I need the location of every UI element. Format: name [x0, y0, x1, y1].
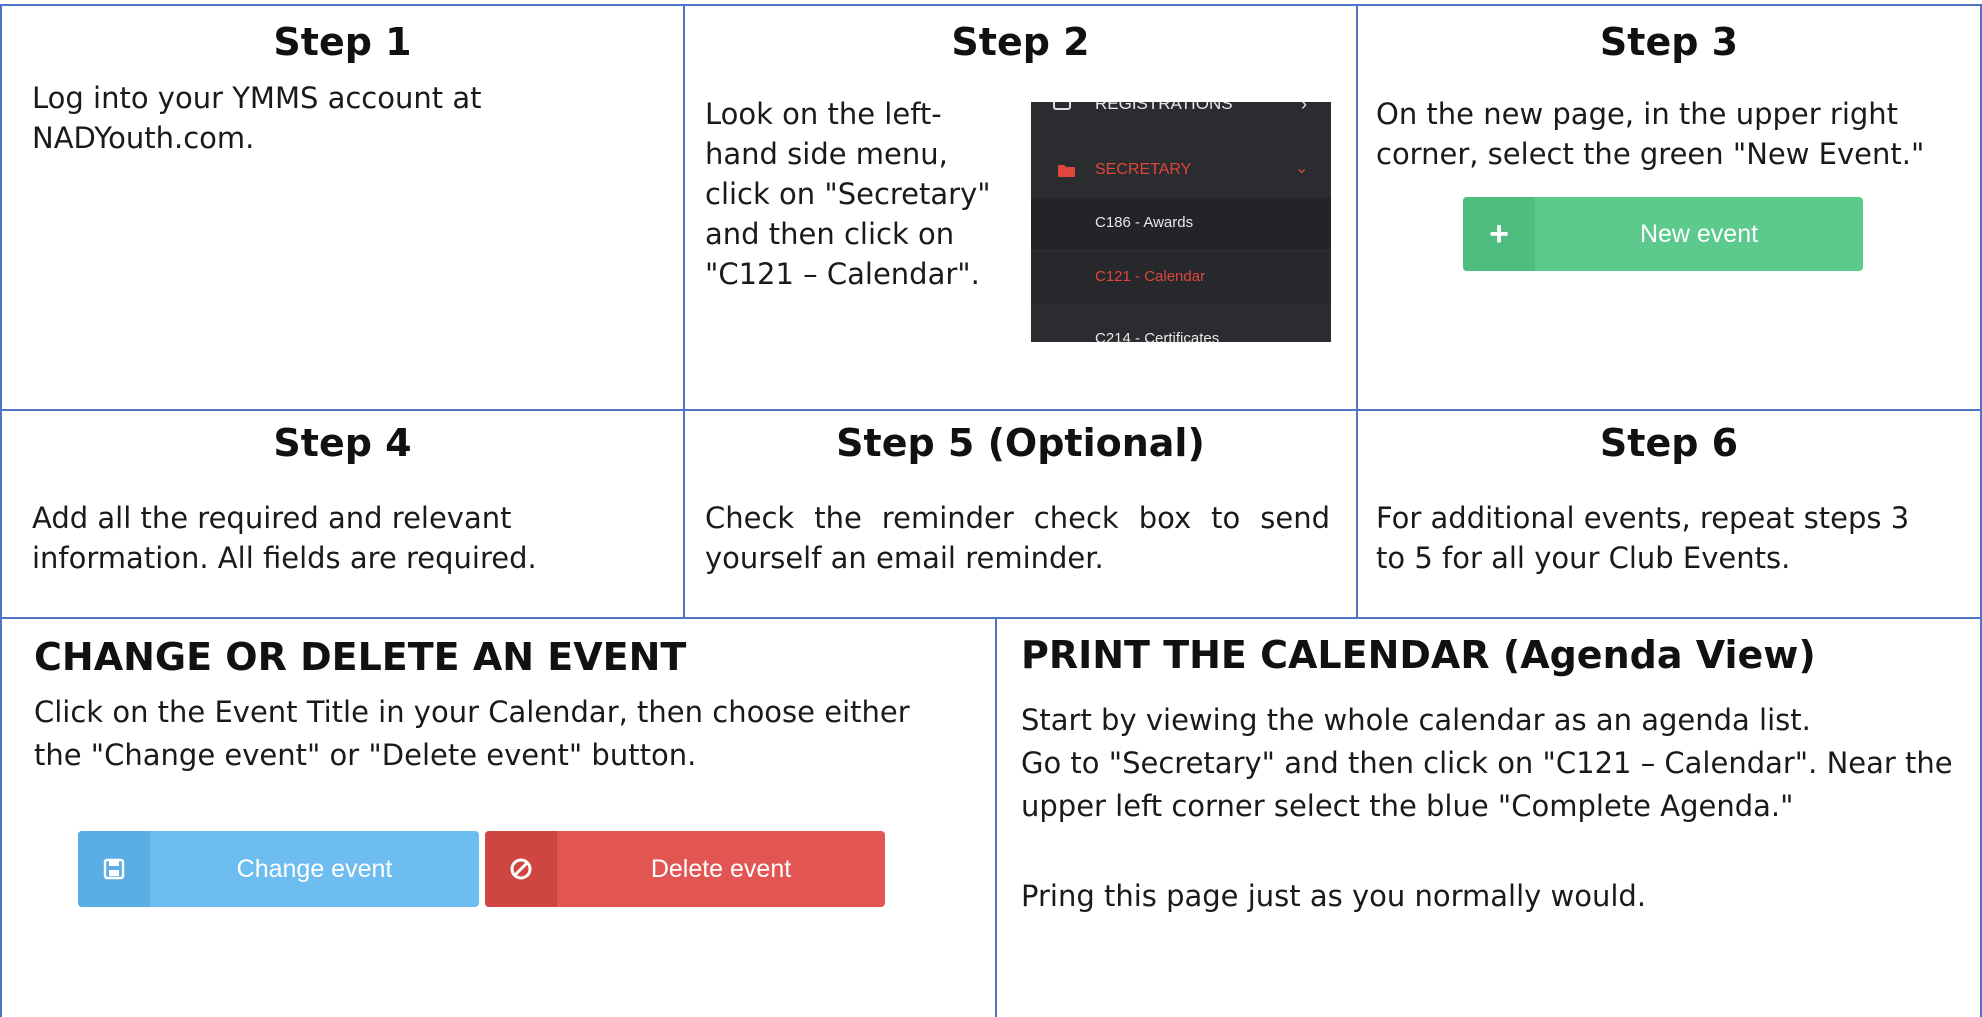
step-1-title: Step 1	[273, 20, 412, 64]
menu-item-registrations[interactable]: REGISTRATIONS ›	[1031, 102, 1331, 132]
step-1-cell: Step 1 Log into your YMMS account at NAD…	[0, 4, 685, 411]
step-5-title: Step 5 (Optional)	[836, 421, 1205, 465]
eye-icon	[1053, 102, 1071, 110]
step-3-text: On the new page, in the upper right corn…	[1376, 97, 1925, 171]
print-title: PRINT THE CALENDAR (Agenda View)	[1021, 633, 1816, 677]
menu-item-label: REGISTRATIONS	[1095, 102, 1233, 113]
new-event-label: New event	[1639, 219, 1759, 248]
new-event-button[interactable]: + New event	[1463, 197, 1863, 271]
step-3-title: Step 3	[1599, 20, 1739, 64]
change-delete-text: Click on the Event Title in your Calenda…	[34, 695, 910, 772]
menu-item-label: SECRETARY	[1095, 161, 1192, 178]
change-delete-section: CHANGE OR DELETE AN EVENT Click on the E…	[0, 617, 997, 1017]
print-section: PRINT THE CALENDAR (Agenda View) Start b…	[995, 617, 1982, 1017]
chevron-right-icon: ›	[1301, 102, 1307, 114]
step-5-cell: Step 5 (Optional) Check the reminder che…	[683, 409, 1358, 619]
save-icon	[78, 831, 150, 907]
sidebar-menu-screenshot: REGISTRATIONS › SECRETARY ⌄ C186 - Award…	[1031, 102, 1331, 342]
menu-subitem-label: C214 - Certificates	[1095, 330, 1220, 342]
change-event-label: Change event	[236, 854, 393, 883]
change-event-button[interactable]: Change event	[78, 831, 479, 907]
print-line-3: Pring this page just as you normally wou…	[1021, 879, 1647, 913]
step-2-text: Look on the left-hand side menu, click o…	[705, 97, 991, 291]
step-6-title: Step 6	[1599, 421, 1739, 465]
step-4-title: Step 4	[273, 421, 412, 465]
ban-icon	[485, 831, 557, 907]
delete-event-label: Delete event	[650, 854, 792, 883]
menu-subitem-calendar[interactable]: C121 - Calendar	[1031, 252, 1331, 304]
menu-subitem-certificates[interactable]: C214 - Certificates	[1031, 306, 1331, 342]
delete-event-button[interactable]: Delete event	[485, 831, 885, 907]
step-4-cell: Step 4 Add all the required and relevant…	[0, 409, 685, 619]
folder-open-icon	[1058, 165, 1075, 177]
menu-item-secretary[interactable]: SECRETARY ⌄	[1031, 146, 1331, 196]
change-delete-title: CHANGE OR DELETE AN EVENT	[34, 635, 687, 679]
menu-subitem-awards[interactable]: C186 - Awards	[1031, 198, 1331, 250]
print-line-1: Start by viewing the whole calendar as a…	[1021, 703, 1811, 737]
step-2-title: Step 2	[951, 20, 1090, 64]
step-6-cell: Step 6 For additional events, repeat ste…	[1356, 409, 1982, 619]
chevron-down-icon: ⌄	[1295, 160, 1309, 177]
print-line-2: Go to "Secretary" and then click on "C12…	[1021, 746, 1953, 823]
menu-subitem-label: C186 - Awards	[1095, 214, 1194, 231]
plus-icon: +	[1463, 197, 1535, 271]
menu-subitem-label: C121 - Calendar	[1095, 268, 1206, 285]
step-4-text: Add all the required and relevant inform…	[32, 501, 537, 575]
step-1-text: Log into your YMMS account at NADYouth.c…	[32, 81, 482, 155]
step-5-text: Check the reminder check box to send you…	[705, 501, 1330, 575]
step-6-text: For additional events, repeat steps 3 to…	[1376, 501, 1910, 575]
